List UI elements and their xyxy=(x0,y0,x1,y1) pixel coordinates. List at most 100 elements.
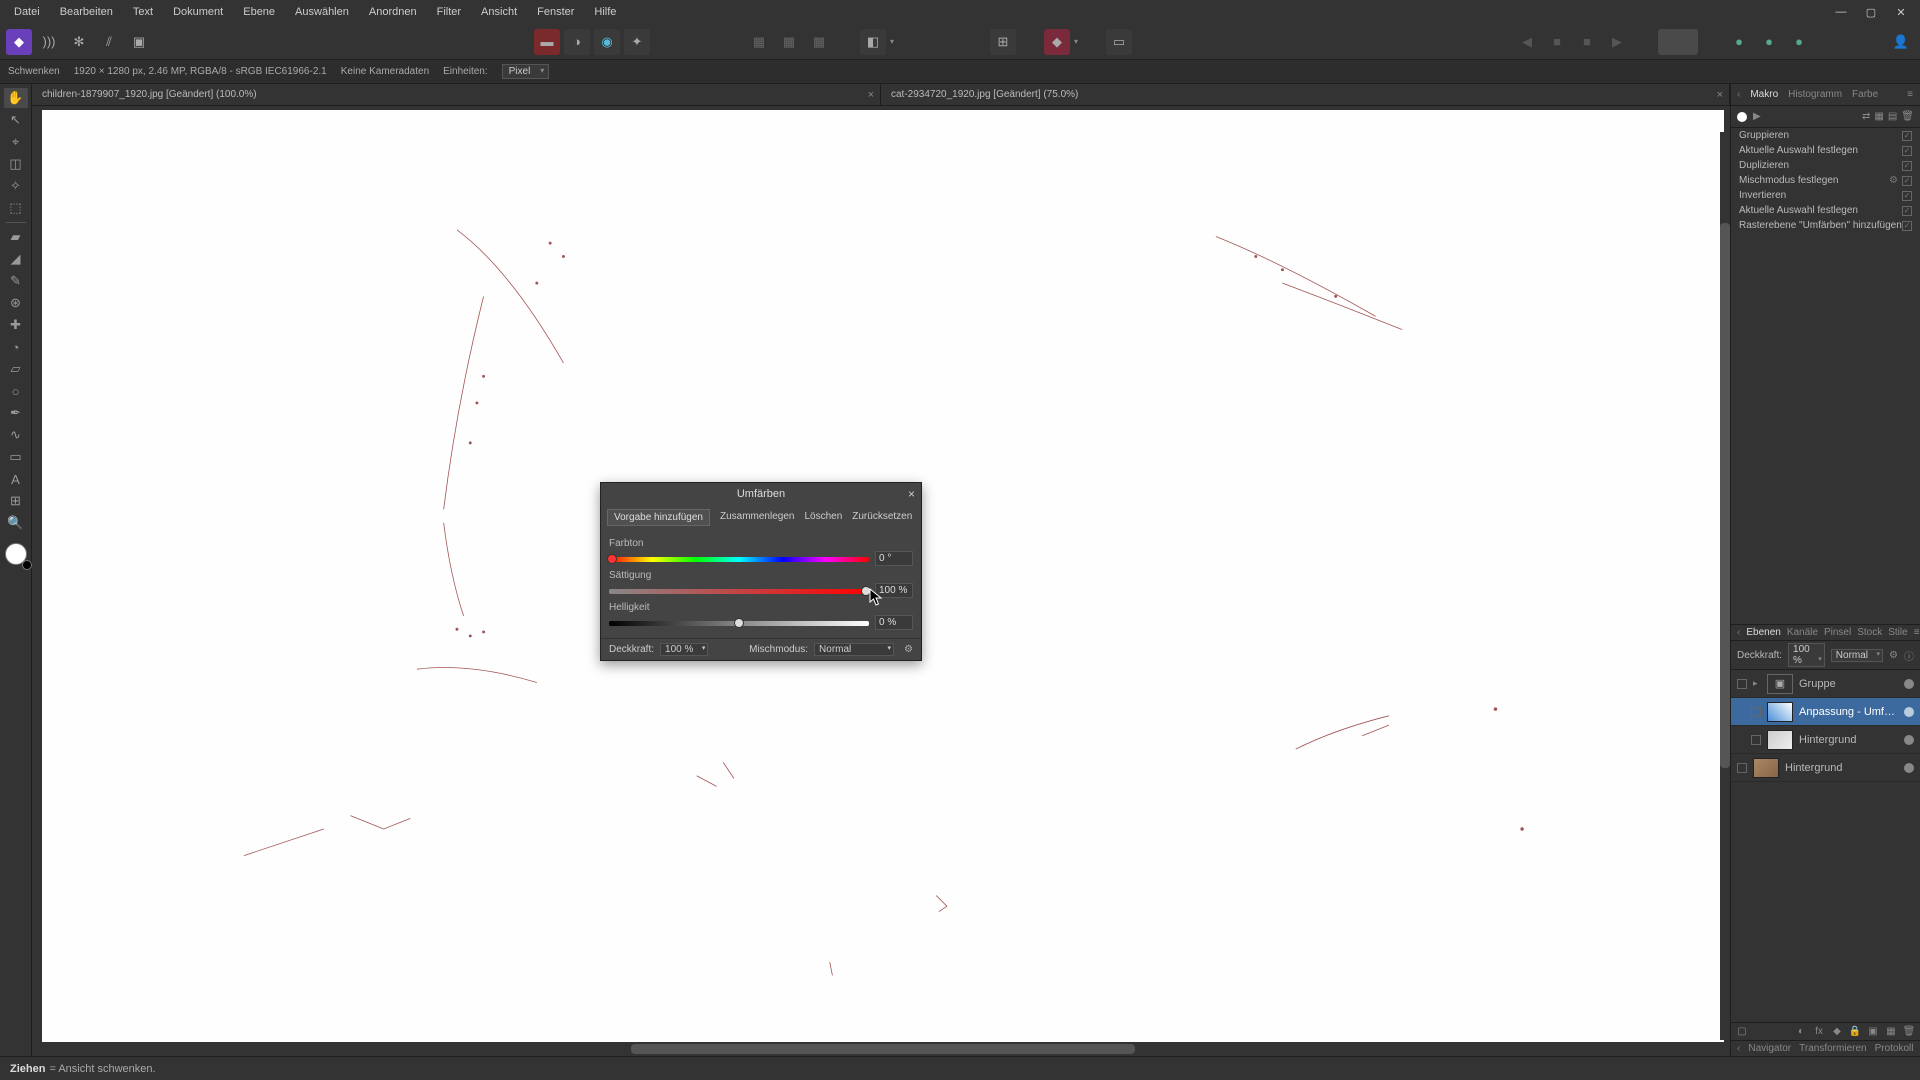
wand-tool-icon[interactable]: ✧ xyxy=(4,176,28,196)
checkbox[interactable]: ✓ xyxy=(1902,131,1912,141)
scrollbar-thumb[interactable] xyxy=(631,1044,1136,1054)
layer-row[interactable]: Hintergrund xyxy=(1731,754,1920,782)
adjust-icon[interactable]: ◐ xyxy=(1794,1026,1808,1037)
reset-button[interactable]: Zurücksetzen xyxy=(852,509,912,526)
hand-tool-icon[interactable]: ✋ xyxy=(4,88,28,108)
zoom-tool-icon[interactable]: 🔍 xyxy=(4,513,28,533)
tab-color[interactable]: Farbe xyxy=(1852,89,1878,100)
zoom-display[interactable] xyxy=(1658,29,1698,55)
dodge-tool-icon[interactable]: ○ xyxy=(4,381,28,401)
tab-macro[interactable]: Makro xyxy=(1750,89,1778,100)
hue-slider[interactable] xyxy=(609,554,869,564)
macro-item[interactable]: Aktuelle Auswahl festlegen✓ xyxy=(1731,203,1920,218)
tab-layers[interactable]: Ebenen xyxy=(1746,627,1780,638)
gear-icon[interactable]: ⚙ xyxy=(1889,175,1898,186)
tab-navigator[interactable]: Navigator xyxy=(1748,1043,1791,1054)
marquee-tool-icon[interactable]: ⬚ xyxy=(4,198,28,218)
menu-datei[interactable]: Datei xyxy=(4,2,50,22)
layer-thumbnail[interactable] xyxy=(1753,758,1779,778)
horizontal-scrollbar[interactable] xyxy=(42,1044,1724,1054)
maximize-button[interactable]: ▢ xyxy=(1856,2,1886,22)
dialog-opacity-dropdown[interactable]: 100 % xyxy=(660,643,708,656)
document-tab[interactable]: cat-2934720_1920.jpg [Geändert] (75.0%)× xyxy=(881,84,1730,105)
layer-thumbnail[interactable]: ▣ xyxy=(1767,674,1793,694)
tag-icon[interactable]: ◆ xyxy=(1830,1026,1844,1037)
text-tool-icon[interactable]: A xyxy=(4,469,28,489)
macro-opt-icon[interactable]: ▤ xyxy=(1888,111,1897,122)
checkbox[interactable]: ✓ xyxy=(1902,176,1912,186)
mask-icon[interactable]: ▢ xyxy=(1735,1026,1749,1037)
menu-dokument[interactable]: Dokument xyxy=(163,2,233,22)
tab-channels[interactable]: Kanäle xyxy=(1787,627,1818,638)
lightness-slider[interactable] xyxy=(609,618,869,628)
checkbox[interactable]: ✓ xyxy=(1902,221,1912,231)
chevron-icon[interactable]: ▸ xyxy=(1753,678,1761,689)
macro-item[interactable]: Mischmodus festlegen⚙✓ xyxy=(1731,173,1920,188)
macro-item[interactable]: Aktuelle Auswahl festlegen✓ xyxy=(1731,143,1920,158)
patch-tool-icon[interactable]: ◔ xyxy=(4,337,28,357)
layer-thumbnail[interactable] xyxy=(1767,730,1793,750)
layer-checkbox[interactable] xyxy=(1737,763,1747,773)
move-tool-icon[interactable]: ↖ xyxy=(4,110,28,130)
macro-item[interactable]: Gruppieren✓ xyxy=(1731,128,1920,143)
checkbox[interactable]: ✓ xyxy=(1902,191,1912,201)
record-macro-icon[interactable] xyxy=(1737,112,1747,122)
erase-tool-icon[interactable]: ▱ xyxy=(4,359,28,379)
visibility-toggle[interactable] xyxy=(1904,707,1914,717)
visibility-toggle[interactable] xyxy=(1904,679,1914,689)
tab-transform[interactable]: Transformieren xyxy=(1799,1043,1866,1054)
checkbox[interactable]: ✓ xyxy=(1902,161,1912,171)
tab-history[interactable]: Protokoll xyxy=(1875,1043,1914,1054)
grid-3-icon[interactable]: ▦ xyxy=(806,29,832,55)
add-icon[interactable]: ▦ xyxy=(1884,1026,1898,1037)
layer-row[interactable]: Anpassung - Umfärben xyxy=(1731,698,1920,726)
lock-icon[interactable]: 🔒 xyxy=(1848,1026,1862,1037)
dialog-titlebar[interactable]: Umfärben × xyxy=(601,483,921,505)
fx-icon[interactable]: fx xyxy=(1812,1026,1826,1037)
fx-icon[interactable]: ⓘ xyxy=(1904,648,1914,663)
snapshot-icon[interactable]: ▭ xyxy=(1106,29,1132,55)
close-icon[interactable]: × xyxy=(908,487,915,501)
grid-2-icon[interactable]: ▦ xyxy=(776,29,802,55)
cloud-3-icon[interactable]: ● xyxy=(1786,29,1812,55)
dropdown-caret-icon[interactable]: ▾ xyxy=(1074,37,1078,46)
macro-item[interactable]: Invertieren✓ xyxy=(1731,188,1920,203)
blend-dropdown[interactable]: Normal xyxy=(1831,649,1883,662)
group-icon[interactable]: ▣ xyxy=(1866,1026,1880,1037)
grid-1-icon[interactable]: ▦ xyxy=(746,29,772,55)
units-dropdown[interactable]: Pixel xyxy=(502,64,550,79)
menu-fenster[interactable]: Fenster xyxy=(527,2,584,22)
cloud-2-icon[interactable]: ● xyxy=(1756,29,1782,55)
layer-row[interactable]: Hintergrund xyxy=(1731,726,1920,754)
crop-tool-icon[interactable]: ◫ xyxy=(4,154,28,174)
layer-checkbox[interactable] xyxy=(1751,707,1761,717)
close-icon[interactable]: × xyxy=(1717,89,1723,101)
saturation-value[interactable]: 100 % xyxy=(875,583,913,598)
macro-item[interactable]: Rasterebene "Umfärben" hinzufügen✓ xyxy=(1731,218,1920,233)
persona-photo-icon[interactable]: ))) xyxy=(36,29,62,55)
document-tab[interactable]: children-1879907_1920.jpg [Geändert] (10… xyxy=(32,84,881,105)
foreground-color-swatch[interactable] xyxy=(5,543,27,565)
stamp-tool-icon[interactable]: ⊛ xyxy=(4,293,28,313)
opacity-dropdown[interactable]: 100 % xyxy=(1788,643,1825,667)
minimize-button[interactable]: — xyxy=(1826,2,1856,22)
recolor-dialog[interactable]: Umfärben × Vorgabe hinzufügen Zusammenle… xyxy=(600,482,922,661)
slider-handle[interactable] xyxy=(734,618,744,628)
quickmask-icon[interactable]: ◑ xyxy=(564,29,590,55)
play-macro-icon[interactable]: ▶ xyxy=(1753,111,1761,122)
menu-text[interactable]: Text xyxy=(123,2,163,22)
add-preset-button[interactable]: Vorgabe hinzufügen xyxy=(607,509,710,526)
selection-mode-icon[interactable]: ▬ xyxy=(534,29,560,55)
macro-opt-icon[interactable]: 🗑 xyxy=(1901,111,1914,122)
app-logo-icon[interactable]: ◆ xyxy=(6,29,32,55)
tab-stock[interactable]: Stock xyxy=(1857,627,1882,638)
gear-icon[interactable]: ⚙ xyxy=(904,644,913,655)
layer-row[interactable]: ▸▣Gruppe xyxy=(1731,670,1920,698)
panel-collapse-icon[interactable]: ‹ xyxy=(1737,627,1740,638)
hue-value[interactable]: 0 ° xyxy=(875,551,913,566)
vertical-scrollbar[interactable] xyxy=(1720,132,1730,1040)
layer-thumbnail[interactable] xyxy=(1767,702,1793,722)
align-3-icon[interactable]: ■ xyxy=(1574,29,1600,55)
menu-filter[interactable]: Filter xyxy=(427,2,471,22)
refine-icon[interactable]: ✦ xyxy=(624,29,650,55)
